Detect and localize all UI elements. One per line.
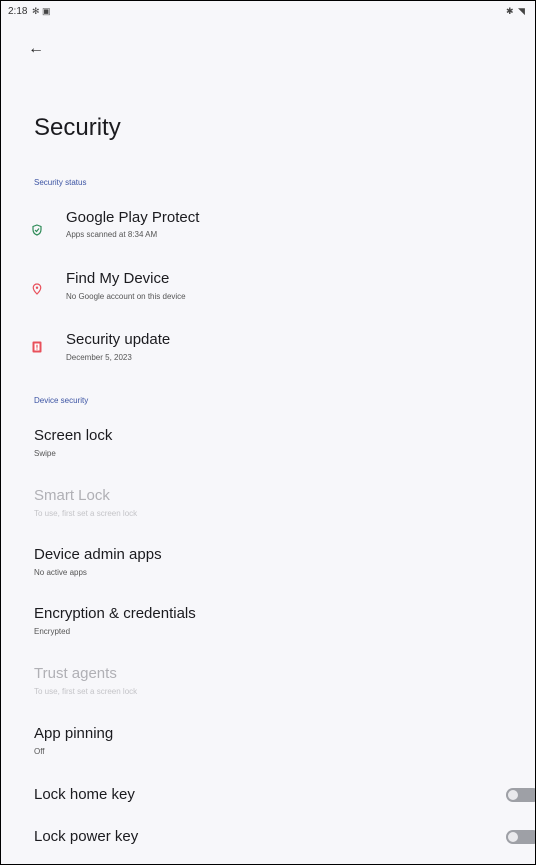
item-summary: Apps scanned at 8:34 AM: [66, 230, 158, 239]
switch-knob: [508, 790, 518, 800]
item-label: Find My Device: [66, 270, 170, 287]
shield-check-icon: [32, 224, 42, 236]
smart-lock-item: Smart Lock To use, first set a screen lo…: [1, 481, 535, 529]
encryption-credentials-item[interactable]: Encryption & credentials Encrypted: [1, 599, 535, 647]
lock-power-key-item[interactable]: Lock power key: [1, 823, 535, 853]
item-summary: No active apps: [34, 568, 87, 577]
lock-power-key-switch[interactable]: [506, 830, 535, 844]
item-summary: Encrypted: [34, 627, 71, 636]
wifi-icon: ◥: [518, 6, 525, 16]
item-summary: To use, first set a screen lock: [34, 687, 138, 696]
item-label: Google Play Protect: [66, 209, 200, 226]
bluetooth-icon: ✱: [506, 6, 514, 16]
google-play-protect-item[interactable]: Google Play Protect Apps scanned at 8:34…: [1, 201, 535, 251]
security-settings-screen: 2:18 ✻ ▣ ✱ ◥ ← Security Security status …: [0, 0, 536, 865]
location-pin-icon: [32, 283, 42, 295]
item-summary: No Google account on this device: [66, 292, 186, 301]
item-label: Encryption & credentials: [34, 605, 196, 622]
status-time: 2:18: [8, 6, 28, 17]
item-label: Lock home key: [34, 786, 135, 803]
security-update-item[interactable]: Security update December 5, 2023: [1, 321, 535, 371]
trust-agents-item: Trust agents To use, first set a screen …: [1, 659, 535, 707]
lock-home-key-item[interactable]: Lock home key: [1, 781, 535, 811]
item-summary: December 5, 2023: [66, 353, 132, 362]
item-summary: To use, first set a screen lock: [34, 509, 138, 518]
notification-icon: ▣: [42, 6, 51, 16]
section-header-device-security: Device security: [34, 396, 89, 405]
back-arrow-icon: ←: [28, 40, 44, 57]
item-summary: Off: [34, 747, 45, 756]
item-label: App pinning: [34, 725, 114, 742]
item-label: Device admin apps: [34, 546, 162, 563]
status-bar: 2:18 ✻ ▣ ✱ ◥: [1, 1, 535, 21]
security-update-icon: [32, 341, 42, 353]
lock-home-key-switch[interactable]: [506, 788, 535, 802]
switch-knob: [508, 832, 518, 842]
item-label: Screen lock: [34, 427, 113, 444]
item-label: Security update: [66, 331, 171, 348]
item-label: Trust agents: [34, 665, 117, 682]
section-header-security-status: Security status: [34, 178, 87, 187]
settings-gear-icon: ✻: [32, 6, 40, 16]
item-label: Lock power key: [34, 828, 139, 845]
app-pinning-item[interactable]: App pinning Off: [1, 719, 535, 767]
item-label: Smart Lock: [34, 487, 110, 504]
item-summary: Swipe: [34, 449, 56, 458]
back-button[interactable]: ←: [26, 39, 46, 59]
screen-lock-item[interactable]: Screen lock Swipe: [1, 421, 535, 469]
find-my-device-item[interactable]: Find My Device No Google account on this…: [1, 263, 535, 313]
page-title: Security: [34, 114, 121, 141]
device-admin-apps-item[interactable]: Device admin apps No active apps: [1, 540, 535, 588]
